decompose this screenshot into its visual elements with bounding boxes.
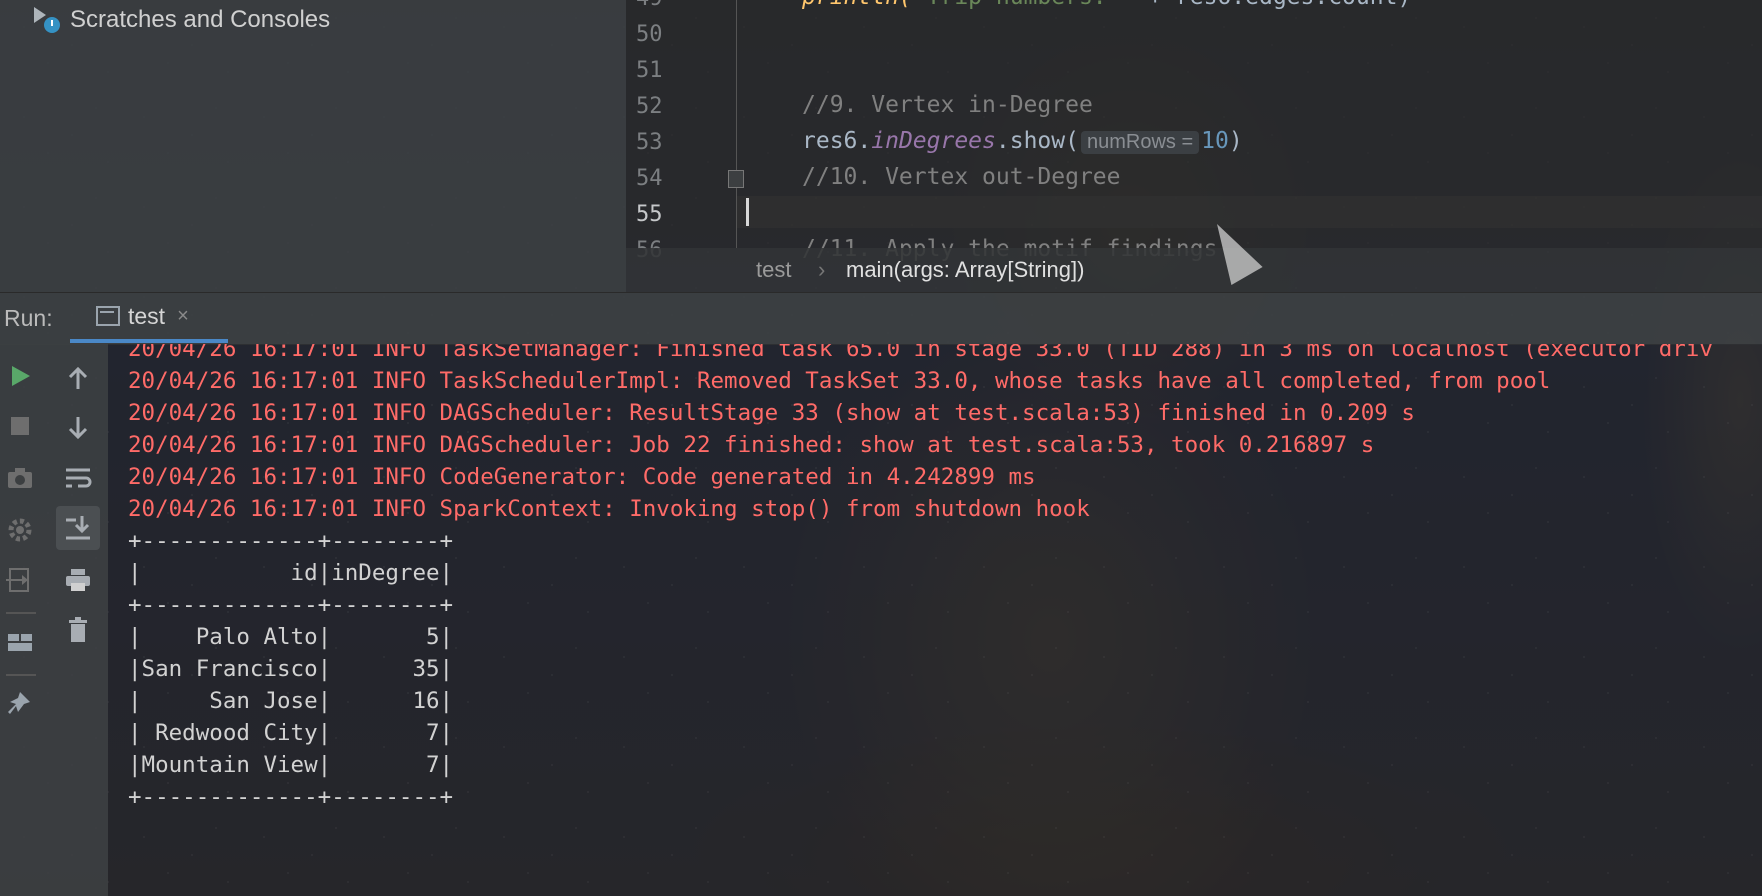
log-line: 20/04/26 16:17:01 INFO DAGScheduler: Job… (128, 432, 1375, 458)
console-output[interactable]: 20/04/26 16:17:01 INFO TaskSetManager: F… (108, 344, 1762, 896)
breadcrumb: test › main(args: Array[String]) (626, 248, 1762, 292)
code-line[interactable]: //10. Vertex out-Degree (802, 164, 1121, 190)
line-number-gutter: 4950515253545556 (626, 0, 736, 263)
line-number: 50 (636, 22, 663, 47)
log-line: 20/04/26 16:17:01 INFO CodeGenerator: Co… (128, 464, 1036, 490)
table-border: +-------------+--------+ (128, 528, 454, 554)
code-editor[interactable]: 4950515253545556 println("Trip numbers: … (626, 0, 1762, 263)
code-line[interactable]: println("Trip numbers: " + res6.edges.co… (802, 0, 1411, 10)
table-row: |San Francisco| 35| (128, 656, 454, 682)
table-row: |Mountain View| 7| (128, 752, 454, 778)
run-icon[interactable] (0, 356, 40, 396)
table-row: | San Jose| 16| (128, 688, 454, 714)
close-icon[interactable]: × (177, 305, 189, 328)
line-number: 51 (636, 58, 663, 83)
text-caret (746, 198, 749, 226)
scratches-icon (32, 5, 62, 35)
pin-icon[interactable] (0, 684, 40, 724)
down-arrow-icon[interactable] (58, 408, 98, 448)
line-number: 52 (636, 94, 663, 119)
code-token: res6. (802, 128, 872, 154)
fold-marker-icon[interactable] (728, 170, 744, 188)
toolbar-divider (6, 674, 36, 676)
scratches-label: Scratches and Consoles (70, 6, 331, 33)
parameter-hint: numRows = (1080, 131, 1200, 154)
fold-guide (736, 0, 737, 248)
code-token: //10. Vertex out-Degree (802, 164, 1121, 190)
soft-wrap-icon[interactable] (58, 458, 98, 498)
code-token: "Trip numbers: " (913, 0, 1135, 10)
log-line: 20/04/26 16:17:01 INFO DAGScheduler: Res… (128, 400, 1415, 426)
table-row: | Redwood City| 7| (128, 720, 454, 746)
trash-icon[interactable] (58, 610, 98, 650)
settings-icon[interactable] (0, 510, 40, 550)
current-line-highlight (737, 196, 1762, 228)
breadcrumb-file[interactable]: test (756, 257, 791, 283)
breadcrumb-separator: › (818, 257, 826, 282)
code-token: + res6.edges.count) (1134, 0, 1411, 10)
breadcrumb-method[interactable]: main(args: Array[String]) (846, 257, 1084, 283)
table-row: | Palo Alto| 5| (128, 624, 454, 650)
tab-label: test (128, 302, 166, 329)
run-toolbar (0, 344, 108, 896)
code-token: ) (1228, 128, 1243, 154)
run-label: Run: (4, 305, 53, 331)
toolbar-divider (6, 612, 36, 614)
layout-icon[interactable] (0, 622, 40, 662)
code-token: inDegrees (871, 128, 996, 154)
log-line: 20/04/26 16:17:01 INFO SparkContext: Inv… (128, 496, 1090, 522)
console-tab-icon (96, 306, 120, 326)
line-number: 55 (636, 202, 663, 227)
table-border: +-------------+--------+ (128, 784, 454, 810)
table-header: | id|inDegree| (128, 560, 454, 586)
table-border: +-------------+--------+ (128, 592, 454, 618)
up-arrow-icon[interactable] (58, 358, 98, 398)
login-icon[interactable] (0, 560, 40, 600)
line-number: 53 (636, 130, 663, 155)
line-number: 49 (636, 0, 696, 11)
code-token: 10 (1201, 128, 1229, 154)
code-line[interactable]: //9. Vertex in-Degree (802, 92, 1093, 118)
stop-icon[interactable] (0, 406, 40, 446)
run-tool-window-header: Run: test × (0, 292, 1762, 345)
log-line: 20/04/26 16:17:01 INFO TaskSetManager: F… (128, 344, 1713, 362)
tab-test[interactable]: test × (70, 293, 228, 343)
camera-icon[interactable] (0, 458, 40, 498)
code-token: println( (802, 0, 913, 10)
scratches-and-consoles-item[interactable]: Scratches and Consoles (32, 4, 330, 36)
scroll-to-end-icon[interactable] (56, 506, 100, 550)
print-icon[interactable] (58, 560, 98, 600)
line-number: 54 (636, 166, 663, 191)
log-line: 20/04/26 16:17:01 INFO TaskSchedulerImpl… (128, 368, 1551, 394)
code-line[interactable]: res6.inDegrees.show(numRows = 10) (802, 128, 1243, 154)
code-token: .show( (995, 128, 1079, 154)
project-panel: Scratches and Consoles (0, 0, 626, 292)
code-token: //9. Vertex in-Degree (802, 92, 1093, 118)
